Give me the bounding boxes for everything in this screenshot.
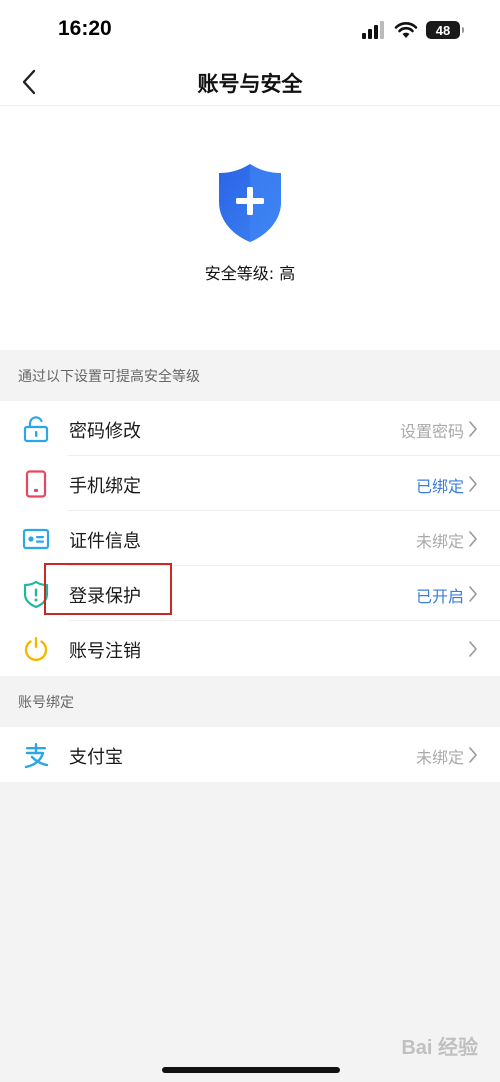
lock-open-icon	[23, 416, 49, 443]
signal-icon	[362, 21, 384, 39]
section-label-binding: 账号绑定	[18, 695, 74, 711]
section-label-improve: 通过以下设置可提高安全等级	[18, 369, 200, 385]
row-label: 证件信息	[69, 531, 141, 552]
security-header: 安全等级: 高	[0, 106, 500, 350]
chevron-right-icon	[469, 531, 477, 547]
row-account-cancel[interactable]: 账号注销	[0, 621, 500, 676]
row-value: 未绑定	[415, 532, 464, 551]
row-value: 未绑定	[415, 748, 464, 767]
page-title: 账号与安全	[197, 72, 303, 96]
row-value: 已开启	[415, 587, 464, 606]
alipay-icon	[24, 743, 49, 769]
battery-icon: 48	[426, 21, 464, 39]
phone-icon	[25, 470, 47, 498]
highlight-box	[44, 563, 172, 615]
watermark-text: Bai 经验	[401, 1037, 478, 1059]
row-label: 账号注销	[69, 641, 141, 662]
status-time: 16:20	[58, 17, 112, 40]
security-level: 安全等级: 高	[204, 264, 296, 283]
battery-level: 48	[435, 22, 451, 38]
status-bar: 16:20 48	[0, 0, 500, 58]
row-label: 支付宝	[69, 747, 123, 768]
chevron-right-icon	[469, 421, 477, 437]
chevron-right-icon	[469, 586, 477, 602]
power-icon	[24, 637, 48, 662]
row-password[interactable]: 密码修改 设置密码	[0, 401, 500, 456]
row-label: 手机绑定	[69, 476, 141, 497]
row-label: 密码修改	[69, 421, 141, 442]
watermark: Bai 经验	[401, 1031, 478, 1060]
home-indicator	[162, 1067, 340, 1073]
binding-list: 支付宝 未绑定	[0, 727, 500, 782]
wifi-icon	[394, 22, 418, 38]
row-phone[interactable]: 手机绑定 已绑定	[0, 456, 500, 511]
row-alipay[interactable]: 支付宝 未绑定	[0, 727, 500, 782]
chevron-right-icon	[469, 641, 477, 657]
status-icons: 48	[362, 19, 464, 41]
chevron-right-icon	[469, 747, 477, 763]
id-card-icon	[22, 528, 50, 550]
nav-bar: 账号与安全	[0, 58, 500, 106]
security-list: 密码修改 设置密码 手机绑定 已绑定 证件信息 未绑定 登录保护 已开启 账号注…	[0, 401, 500, 676]
row-value: 已绑定	[415, 477, 464, 496]
row-id-info[interactable]: 证件信息 未绑定	[0, 511, 500, 566]
row-value: 设置密码	[399, 422, 464, 441]
shield-plus-icon	[219, 164, 281, 242]
chevron-right-icon	[469, 476, 477, 492]
